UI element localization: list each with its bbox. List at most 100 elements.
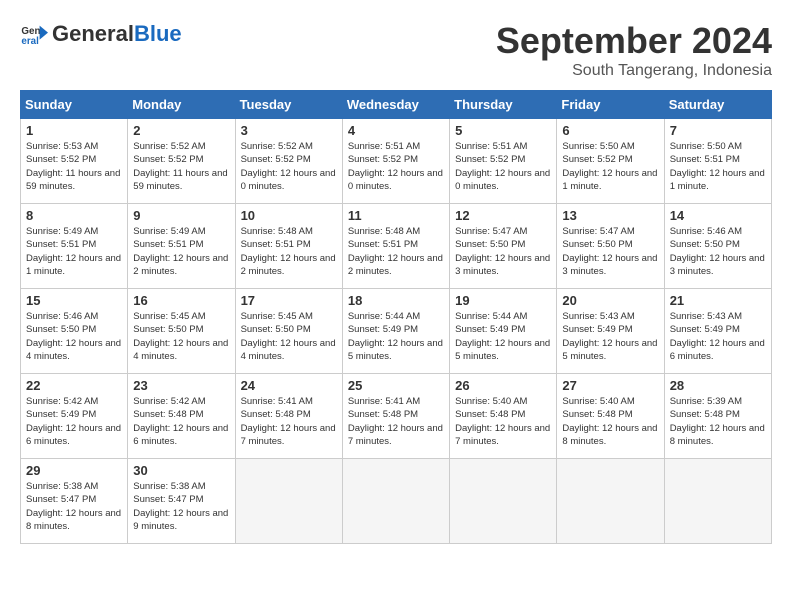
calendar-week-1: 1 Sunrise: 5:53 AMSunset: 5:52 PMDaylight… xyxy=(21,119,772,204)
day-info: Sunrise: 5:48 AMSunset: 5:51 PMDaylight:… xyxy=(348,225,444,278)
calendar-cell xyxy=(235,459,342,544)
day-info: Sunrise: 5:45 AMSunset: 5:50 PMDaylight:… xyxy=(133,310,229,363)
calendar-cell: 3 Sunrise: 5:52 AMSunset: 5:52 PMDaylight… xyxy=(235,119,342,204)
col-sunday: Sunday xyxy=(21,91,128,119)
calendar-cell: 10 Sunrise: 5:48 AMSunset: 5:51 PMDayligh… xyxy=(235,204,342,289)
logo-general: General xyxy=(52,21,134,46)
calendar-cell: 21 Sunrise: 5:43 AMSunset: 5:49 PMDayligh… xyxy=(664,289,771,374)
day-number: 21 xyxy=(670,293,766,308)
day-info: Sunrise: 5:43 AMSunset: 5:49 PMDaylight:… xyxy=(670,310,766,363)
calendar-cell: 14Sunrise: 5:46 AMSunset: 5:50 PMDayligh… xyxy=(664,204,771,289)
calendar-week-2: 8 Sunrise: 5:49 AMSunset: 5:51 PMDaylight… xyxy=(21,204,772,289)
day-info: Sunrise: 5:45 AMSunset: 5:50 PMDaylight:… xyxy=(241,310,337,363)
logo-text: GeneralBlue xyxy=(52,22,182,46)
day-number: 29 xyxy=(26,463,122,478)
calendar-cell xyxy=(342,459,449,544)
location-text: South Tangerang, Indonesia xyxy=(496,62,772,80)
day-number: 19 xyxy=(455,293,551,308)
day-number: 8 xyxy=(26,208,122,223)
calendar-cell: 15 Sunrise: 5:46 AMSunset: 5:50 PMDayligh… xyxy=(21,289,128,374)
col-saturday: Saturday xyxy=(664,91,771,119)
day-info: Sunrise: 5:42 AMSunset: 5:49 PMDaylight:… xyxy=(26,395,122,448)
calendar-week-3: 15 Sunrise: 5:46 AMSunset: 5:50 PMDayligh… xyxy=(21,289,772,374)
calendar-cell: 23 Sunrise: 5:42 AMSunset: 5:48 PMDayligh… xyxy=(128,374,235,459)
day-number: 14 xyxy=(670,208,766,223)
day-info: Sunrise: 5:50 AMSunset: 5:52 PMDaylight:… xyxy=(562,140,658,193)
day-number: 3 xyxy=(241,123,337,138)
day-info: Sunrise: 5:40 AMSunset: 5:48 PMDaylight:… xyxy=(562,395,658,448)
calendar-week-5: 29 Sunrise: 5:38 AMSunset: 5:47 PMDayligh… xyxy=(21,459,772,544)
day-number: 26 xyxy=(455,378,551,393)
logo-blue-text: Blue xyxy=(134,21,182,46)
day-number: 18 xyxy=(348,293,444,308)
svg-text:eral: eral xyxy=(21,36,39,47)
calendar-cell: 29 Sunrise: 5:38 AMSunset: 5:47 PMDayligh… xyxy=(21,459,128,544)
calendar-cell: 5 Sunrise: 5:51 AMSunset: 5:52 PMDaylight… xyxy=(450,119,557,204)
day-info: Sunrise: 5:52 AMSunset: 5:52 PMDaylight:… xyxy=(241,140,337,193)
calendar-cell: 27Sunrise: 5:40 AMSunset: 5:48 PMDayligh… xyxy=(557,374,664,459)
day-number: 30 xyxy=(133,463,229,478)
day-info: Sunrise: 5:46 AMSunset: 5:50 PMDaylight:… xyxy=(26,310,122,363)
calendar-cell: 28Sunrise: 5:39 AMSunset: 5:48 PMDayligh… xyxy=(664,374,771,459)
day-info: Sunrise: 5:48 AMSunset: 5:51 PMDaylight:… xyxy=(241,225,337,278)
day-info: Sunrise: 5:41 AMSunset: 5:48 PMDaylight:… xyxy=(241,395,337,448)
day-info: Sunrise: 5:51 AMSunset: 5:52 PMDaylight:… xyxy=(348,140,444,193)
calendar-table: Sunday Monday Tuesday Wednesday Thursday… xyxy=(20,90,772,544)
calendar-cell xyxy=(450,459,557,544)
day-number: 24 xyxy=(241,378,337,393)
day-number: 9 xyxy=(133,208,229,223)
calendar-cell: 20 Sunrise: 5:43 AMSunset: 5:49 PMDayligh… xyxy=(557,289,664,374)
col-wednesday: Wednesday xyxy=(342,91,449,119)
col-friday: Friday xyxy=(557,91,664,119)
title-block: September 2024 South Tangerang, Indonesi… xyxy=(496,20,772,80)
day-info: Sunrise: 5:47 AMSunset: 5:50 PMDaylight:… xyxy=(562,225,658,278)
day-number: 16 xyxy=(133,293,229,308)
calendar-cell: 16 Sunrise: 5:45 AMSunset: 5:50 PMDayligh… xyxy=(128,289,235,374)
day-number: 13 xyxy=(562,208,658,223)
day-info: Sunrise: 5:44 AMSunset: 5:49 PMDaylight:… xyxy=(348,310,444,363)
day-info: Sunrise: 5:49 AMSunset: 5:51 PMDaylight:… xyxy=(26,225,122,278)
day-number: 10 xyxy=(241,208,337,223)
day-number: 22 xyxy=(26,378,122,393)
calendar-cell: 19 Sunrise: 5:44 AMSunset: 5:49 PMDayligh… xyxy=(450,289,557,374)
calendar-cell: 25Sunrise: 5:41 AMSunset: 5:48 PMDayligh… xyxy=(342,374,449,459)
calendar-cell: 18 Sunrise: 5:44 AMSunset: 5:49 PMDayligh… xyxy=(342,289,449,374)
month-title: September 2024 xyxy=(496,20,772,62)
day-info: Sunrise: 5:53 AMSunset: 5:52 PMDaylight:… xyxy=(26,140,122,193)
day-number: 23 xyxy=(133,378,229,393)
day-number: 15 xyxy=(26,293,122,308)
day-number: 2 xyxy=(133,123,229,138)
day-info: Sunrise: 5:38 AMSunset: 5:47 PMDaylight:… xyxy=(26,480,122,533)
header-row: Sunday Monday Tuesday Wednesday Thursday… xyxy=(21,91,772,119)
calendar-cell: 6 Sunrise: 5:50 AMSunset: 5:52 PMDaylight… xyxy=(557,119,664,204)
calendar-cell: 2 Sunrise: 5:52 AMSunset: 5:52 PMDaylight… xyxy=(128,119,235,204)
day-number: 5 xyxy=(455,123,551,138)
logo-icon: Gen eral xyxy=(20,20,48,48)
day-info: Sunrise: 5:50 AMSunset: 5:51 PMDaylight:… xyxy=(670,140,766,193)
calendar-cell: 30Sunrise: 5:38 AMSunset: 5:47 PMDayligh… xyxy=(128,459,235,544)
day-info: Sunrise: 5:47 AMSunset: 5:50 PMDaylight:… xyxy=(455,225,551,278)
col-thursday: Thursday xyxy=(450,91,557,119)
logo: Gen eral GeneralBlue xyxy=(20,20,182,48)
day-info: Sunrise: 5:40 AMSunset: 5:48 PMDaylight:… xyxy=(455,395,551,448)
calendar-week-4: 22 Sunrise: 5:42 AMSunset: 5:49 PMDayligh… xyxy=(21,374,772,459)
calendar-cell: 22 Sunrise: 5:42 AMSunset: 5:49 PMDayligh… xyxy=(21,374,128,459)
day-info: Sunrise: 5:44 AMSunset: 5:49 PMDaylight:… xyxy=(455,310,551,363)
page-header: Gen eral GeneralBlue September 2024 Sout… xyxy=(20,20,772,80)
calendar-cell xyxy=(664,459,771,544)
calendar-cell: 7Sunrise: 5:50 AMSunset: 5:51 PMDaylight… xyxy=(664,119,771,204)
day-number: 1 xyxy=(26,123,122,138)
day-info: Sunrise: 5:43 AMSunset: 5:49 PMDaylight:… xyxy=(562,310,658,363)
day-info: Sunrise: 5:42 AMSunset: 5:48 PMDaylight:… xyxy=(133,395,229,448)
day-info: Sunrise: 5:52 AMSunset: 5:52 PMDaylight:… xyxy=(133,140,229,193)
day-number: 20 xyxy=(562,293,658,308)
day-info: Sunrise: 5:49 AMSunset: 5:51 PMDaylight:… xyxy=(133,225,229,278)
day-number: 6 xyxy=(562,123,658,138)
calendar-cell: 4Sunrise: 5:51 AMSunset: 5:52 PMDaylight… xyxy=(342,119,449,204)
day-number: 12 xyxy=(455,208,551,223)
day-number: 17 xyxy=(241,293,337,308)
day-info: Sunrise: 5:51 AMSunset: 5:52 PMDaylight:… xyxy=(455,140,551,193)
calendar-cell: 11Sunrise: 5:48 AMSunset: 5:51 PMDayligh… xyxy=(342,204,449,289)
calendar-cell: 9 Sunrise: 5:49 AMSunset: 5:51 PMDaylight… xyxy=(128,204,235,289)
calendar-cell: 13 Sunrise: 5:47 AMSunset: 5:50 PMDayligh… xyxy=(557,204,664,289)
